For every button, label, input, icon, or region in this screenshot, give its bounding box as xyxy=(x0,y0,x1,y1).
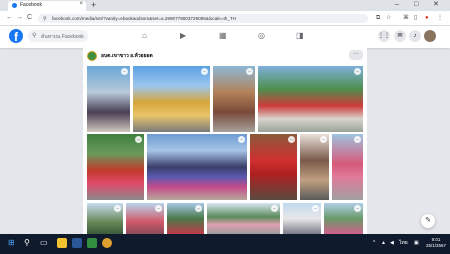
word-icon[interactable] xyxy=(72,238,82,248)
album-photo[interactable]: ⋯ xyxy=(213,66,255,132)
marketplace-icon[interactable]: ▦ xyxy=(219,31,227,41)
clock-date: 25/1/2567 xyxy=(425,243,447,248)
profile-icon[interactable]: ● xyxy=(425,14,429,22)
album-photo[interactable]: ⋯ xyxy=(87,66,130,132)
photo-options-icon[interactable]: ⋯ xyxy=(354,136,361,143)
album-photo[interactable]: ⋯ xyxy=(324,203,363,234)
photo-options-icon[interactable]: ⋯ xyxy=(121,68,128,75)
account-avatar[interactable] xyxy=(424,30,436,42)
chrome-icon[interactable] xyxy=(102,238,112,248)
new-message-button[interactable]: ✎ xyxy=(421,214,435,228)
photo-album-panel: อบต.เขาขาว อ.ห้วยยอด ··· ⋯ ⋯ ⋯ ⋯ ⋯ ⋯ ⋯ ⋯… xyxy=(83,48,367,234)
gaming-icon[interactable]: ◨ xyxy=(296,31,304,41)
reload-button[interactable]: C xyxy=(27,14,32,22)
tray-chevron-icon[interactable]: ^ xyxy=(373,240,375,246)
keyboard-language[interactable]: ไทย xyxy=(399,240,408,246)
forward-button[interactable]: → xyxy=(16,14,23,22)
browser-tabbar: Facebook × + – □ ✕ xyxy=(0,0,450,11)
notification-icon[interactable]: ▣ xyxy=(414,240,419,246)
album-photo[interactable]: ⋯ xyxy=(300,134,329,200)
facebook-header: f ⚲ ค้นหาบน Facebook ⌂ ▶ ▦ ◎ ◨ ⋮⋮ ✉ ♪ xyxy=(0,26,450,48)
taskbar-search-icon[interactable]: ⚲ xyxy=(24,238,30,248)
photo-options-icon[interactable]: ⋯ xyxy=(312,205,319,212)
excel-icon[interactable] xyxy=(87,238,97,248)
photo-options-icon[interactable]: ⋯ xyxy=(201,68,208,75)
close-window-button[interactable]: ✕ xyxy=(433,0,439,10)
task-view-icon[interactable]: ▭ xyxy=(40,238,48,248)
facebook-favicon-icon xyxy=(12,3,17,8)
photo-options-icon[interactable]: ⋯ xyxy=(320,136,327,143)
groups-icon[interactable]: ◎ xyxy=(258,31,265,41)
windows-taskbar: ⊞ ⚲ ▭ ^ ▲ ◀ ไทย ▣ 9:01 25/1/2567 xyxy=(0,234,450,254)
search-input[interactable]: ⚲ ค้นหาบน Facebook xyxy=(28,30,88,42)
album-photo[interactable]: ⋯ xyxy=(332,134,363,200)
messenger-icon[interactable]: ✉ xyxy=(394,30,406,42)
more-options-button[interactable]: ··· xyxy=(349,50,363,60)
photo-options-icon[interactable]: ⋯ xyxy=(135,136,142,143)
site-info-icon[interactable]: ⚲ xyxy=(43,16,47,22)
url-text: facebook.com/media/set/?vanity=ebaokaods… xyxy=(52,16,237,21)
file-explorer-icon[interactable] xyxy=(57,238,67,248)
photo-options-icon[interactable]: ⋯ xyxy=(271,205,278,212)
browser-menu-icon[interactable]: ⋮ xyxy=(437,14,443,22)
windows-start-icon[interactable]: ⊞ xyxy=(8,238,15,248)
maximize-button[interactable]: □ xyxy=(414,0,418,10)
photo-options-icon[interactable]: ⋯ xyxy=(238,136,245,143)
bookmark-star-icon[interactable]: ☆ xyxy=(386,14,391,22)
menu-grid-icon[interactable]: ⋮⋮ xyxy=(378,30,390,42)
screenshot-icon[interactable]: ⧉ xyxy=(376,14,380,22)
album-photo[interactable]: ⋯ xyxy=(147,134,247,200)
video-icon[interactable]: ▶ xyxy=(180,31,186,41)
album-photo[interactable]: ⋯ xyxy=(167,203,204,234)
page-name[interactable]: อบต.เขาขาว อ.ห้วยยอด xyxy=(101,52,153,60)
new-tab-button[interactable]: + xyxy=(91,0,96,10)
home-icon[interactable]: ⌂ xyxy=(142,31,147,41)
page-logo[interactable] xyxy=(87,51,97,61)
notifications-bell-icon[interactable]: ♪ xyxy=(409,30,421,42)
album-photo[interactable]: ⋯ xyxy=(87,134,144,200)
back-button[interactable]: ← xyxy=(6,14,13,22)
photo-options-icon[interactable]: ⋯ xyxy=(195,205,202,212)
photo-options-icon[interactable]: ⋯ xyxy=(246,68,253,75)
minimize-button[interactable]: – xyxy=(395,0,399,10)
album-photo[interactable]: ⋯ xyxy=(283,203,321,234)
tab-facebook[interactable]: Facebook × xyxy=(8,1,86,11)
album-photo[interactable]: ⋯ xyxy=(126,203,164,234)
album-photo[interactable]: ⋯ xyxy=(133,66,210,132)
tab-title: Facebook xyxy=(20,2,42,8)
album-photo[interactable]: ⋯ xyxy=(87,203,123,234)
sidebar-icon[interactable]: ▯ xyxy=(414,14,417,22)
volume-icon[interactable]: ◀ xyxy=(390,240,394,246)
photo-options-icon[interactable]: ⋯ xyxy=(114,205,121,212)
search-placeholder: ค้นหาบน Facebook xyxy=(41,34,84,40)
search-icon: ⚲ xyxy=(32,33,37,39)
taskbar-clock[interactable]: 9:01 25/1/2567 xyxy=(424,237,448,249)
url-field[interactable]: ⚲ facebook.com/media/set/?vanity=ebaokao… xyxy=(38,14,368,23)
extensions-icon[interactable]: ⌘ xyxy=(403,14,409,22)
photo-options-icon[interactable]: ⋯ xyxy=(155,205,162,212)
album-photo[interactable]: ⋯ xyxy=(258,66,363,132)
album-photo[interactable]: ⋯ xyxy=(250,134,297,200)
photo-options-icon[interactable]: ⋯ xyxy=(354,68,361,75)
album-photo[interactable]: ⋯ xyxy=(207,203,280,234)
photo-options-icon[interactable]: ⋯ xyxy=(354,205,361,212)
facebook-logo[interactable]: f xyxy=(9,29,23,44)
address-toolbar: ← → C ⚲ facebook.com/media/set/?vanity=e… xyxy=(0,11,450,26)
network-icon[interactable]: ▲ xyxy=(381,240,386,246)
tab-close-icon[interactable]: × xyxy=(79,1,83,7)
photo-options-icon[interactable]: ⋯ xyxy=(288,136,295,143)
